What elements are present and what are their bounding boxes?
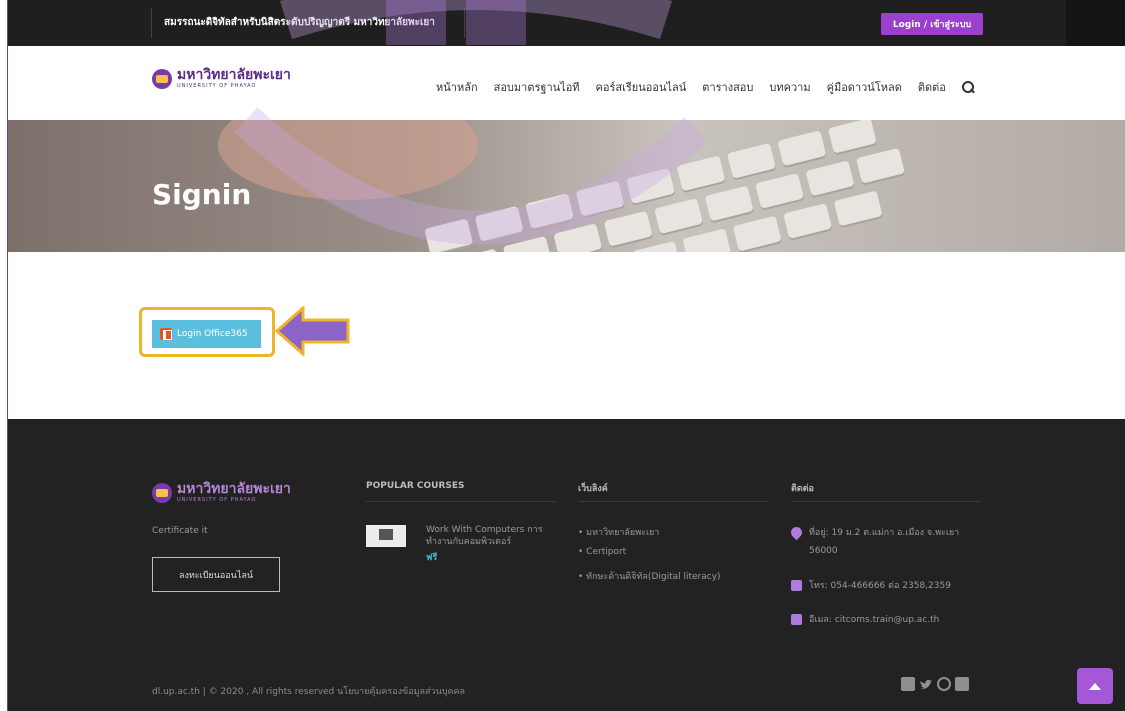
topbar-divider [151,8,152,38]
linkedin-icon[interactable] [955,677,969,691]
nav-item-articles[interactable]: บทความ [769,78,810,96]
social-links [901,677,973,691]
logo-name-en: UNIVERSITY OF PHAYAO [177,83,257,89]
page: สมรรถนะดิจิทัลสำหรับนิสิตระดับปริญญาตรี … [7,0,1125,711]
signin-content: Login Office365 [8,252,1125,419]
office365-button-label: Login Office365 [177,329,248,339]
site-tagline: สมรรถนะดิจิทัลสำหรับนิสิตระดับปริญญาตรี … [164,17,435,28]
office365-icon [160,328,172,340]
back-to-top-button[interactable] [1077,668,1113,704]
location-pin-icon [788,524,805,541]
twitter-icon[interactable] [919,677,933,691]
nav-item-contact[interactable]: ติดต่อ [918,78,946,96]
footer-logo-name-en: UNIVERSITY OF PHAYAO [177,497,257,503]
university-emblem-icon [152,68,172,89]
footer-divider [578,501,768,502]
nav-item-exam-schedule[interactable]: ตารางสอบ [702,78,753,96]
footer-divider [791,501,981,502]
hand-photo-shape [218,120,478,200]
site-logo[interactable]: มหาวิทยาลัยพะเยา UNIVERSITY OF PHAYAO [152,68,291,89]
facebook-icon[interactable] [901,677,915,691]
course-thumbnail[interactable] [366,525,406,547]
nav-menu: หน้าหลัก สอบมาตรฐานไอที คอร์สเรียนออนไลน… [436,78,974,96]
register-online-button[interactable]: ลงทะเบียนออนไลน์ [152,557,280,592]
web-links-heading: เว็บลิงค์ [578,484,608,494]
login-office365-button[interactable]: Login Office365 [152,320,261,348]
site-footer: มหาวิทยาลัยพะเยา UNIVERSITY OF PHAYAO Ce… [8,419,1125,711]
university-emblem-icon [152,482,172,503]
copyright-text: dl.up.ac.th | © 2020 , All rights reserv… [152,687,466,697]
course-price: ฟรี [426,553,438,563]
topbar-divider [464,8,465,38]
nav-item-downloads[interactable]: คู่มือดาวน์โหลด [827,78,902,96]
nav-item-online-courses[interactable]: คอร์สเรียนออนไลน์ [596,78,687,96]
footer-logo[interactable]: มหาวิทยาลัยพะเยา UNIVERSITY OF PHAYAO [152,482,291,503]
course-title[interactable]: Work With Computers การทำงานกับคอมพิวเตอ… [426,524,566,548]
instagram-icon[interactable] [937,677,951,691]
contact-phone: โทร: 054-466666 ต่อ 2358,2359 [809,581,951,591]
nav-item-home[interactable]: หน้าหลัก [436,78,478,96]
main-navbar: มหาวิทยาลัยพะเยา UNIVERSITY OF PHAYAO หน… [8,46,1125,120]
contact-heading: ติดต่อ [791,484,814,494]
footer-link-digital-literacy[interactable]: • ทักษะด้านดิจิทัล(Digital literacy) [578,569,721,583]
nav-item-it-exam[interactable]: สอบมาตรฐานไอที [494,78,580,96]
email-icon [791,614,802,625]
page-banner: Signin [8,120,1125,252]
logo-name-th: มหาวิทยาลัยพะเยา [177,67,291,83]
footer-logo-name-th: มหาวิทยาลัยพะเยา [177,481,291,497]
search-icon[interactable] [961,81,974,93]
footer-logo-text: มหาวิทยาลัยพะเยา UNIVERSITY OF PHAYAO [177,481,291,504]
contact-address: ที่อยู่: 19 ม.2 ต.แม่กา อ.เมือง จ.พะเยา … [809,528,960,556]
page-title: Signin [152,178,252,211]
phone-icon [791,580,802,591]
keyboard-photo-shape [419,120,1076,252]
topbar-right-block [1066,0,1125,46]
logo-text: มหาวิทยาลัยพะเยา UNIVERSITY OF PHAYAO [177,67,291,90]
login-button[interactable]: Login / เข้าสู่ระบบ [881,13,983,35]
footer-link-university[interactable]: • มหาวิทยาลัยพะเยา [578,525,659,539]
footer-tagline: Certificate it [152,526,208,536]
top-bar: สมรรถนะดิจิทัลสำหรับนิสิตระดับปริญญาตรี … [8,0,1125,46]
footer-divider [366,501,556,502]
pointer-arrow-icon [275,306,350,356]
footer-link-certiport[interactable]: • Certiport [578,547,626,557]
popular-courses-heading: POPULAR COURSES [366,481,465,491]
contact-email[interactable]: อีเมล: citcoms.train@up.ac.th [809,611,939,629]
